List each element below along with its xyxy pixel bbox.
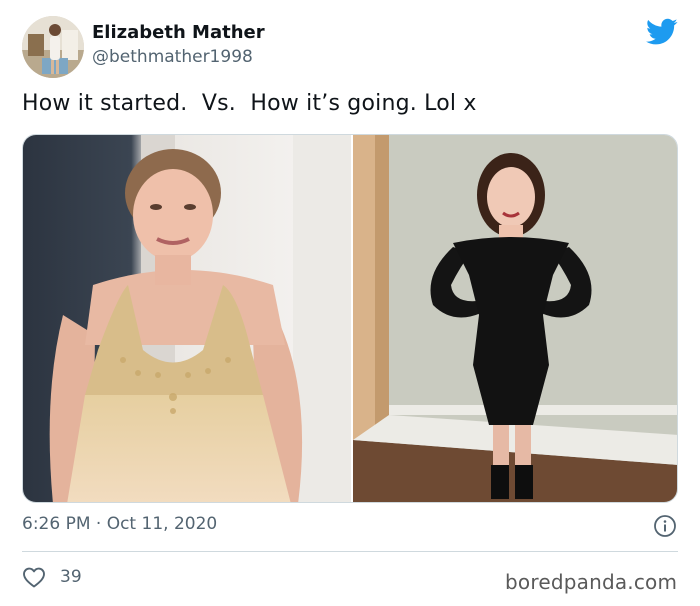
like-action[interactable]: 39 (22, 566, 82, 588)
heart-icon[interactable] (22, 566, 46, 588)
before-photo[interactable] (23, 135, 351, 503)
divider (22, 551, 678, 552)
author-handle[interactable]: @bethmather1998 (92, 47, 253, 67)
watermark: boredpanda.com (505, 570, 678, 594)
avatar-image (22, 16, 84, 78)
tweet-card: Elizabeth Mather @bethmather1998 How it … (0, 0, 700, 606)
author-name[interactable]: Elizabeth Mather (92, 22, 265, 43)
tweet-text: How it started. Vs. How it’s going. Lol … (22, 91, 477, 116)
avatar[interactable] (22, 16, 84, 78)
tweet-media[interactable] (22, 134, 678, 503)
after-photo[interactable] (353, 135, 678, 503)
twitter-bird-icon[interactable] (646, 18, 678, 46)
info-icon[interactable] (653, 514, 677, 538)
tweet-timestamp[interactable]: 6:26 PM · Oct 11, 2020 (22, 514, 217, 534)
like-count: 39 (60, 567, 82, 587)
